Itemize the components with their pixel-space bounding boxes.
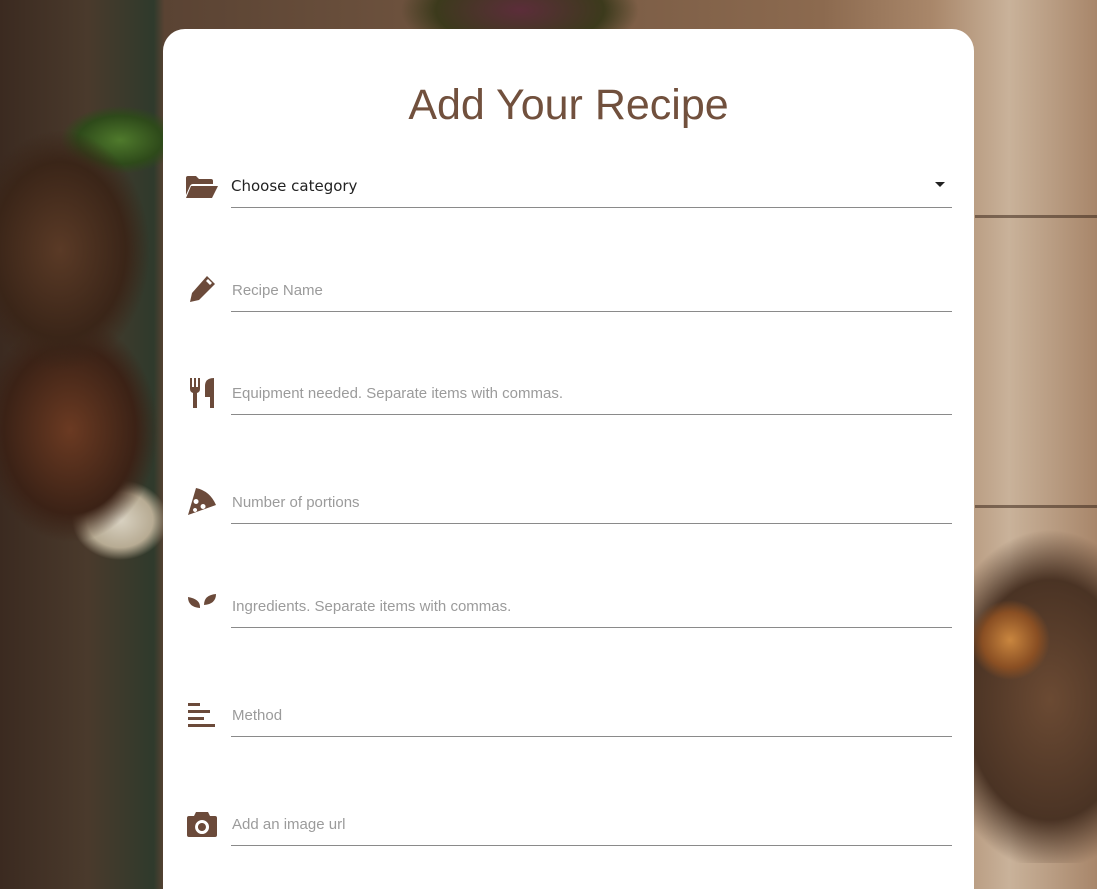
method-row [185,692,952,752]
utensils-icon [185,376,219,410]
equipment-input[interactable] [232,384,952,402]
category-select-value: Choose category [231,177,358,195]
ingredients-row [185,583,952,643]
recipe-name-input[interactable] [232,281,952,299]
portions-row [185,479,952,539]
equipment-row [185,370,952,430]
image-url-row [185,801,952,861]
align-left-icon [185,698,219,732]
folder-open-icon [185,170,219,204]
ingredients-field[interactable] [231,585,952,628]
recipe-name-field[interactable] [231,269,952,312]
background-plank-seam [975,215,1097,218]
background-plank-seam [975,505,1097,508]
equipment-field[interactable] [231,372,952,415]
recipe-name-row [185,267,952,327]
seedling-icon [185,589,219,623]
category-select[interactable]: Choose category [231,165,952,208]
camera-icon [185,807,219,841]
pencil-icon [185,272,219,306]
portions-field[interactable] [231,481,952,524]
image-url-field[interactable] [231,803,952,846]
pizza-slice-icon [185,484,219,518]
portions-input[interactable] [232,493,952,511]
image-url-input[interactable] [232,815,952,833]
ingredients-input[interactable] [232,597,952,615]
chevron-down-icon [935,182,945,187]
recipe-form-card: Add Your Recipe Choose category [163,29,974,889]
page-title: Add Your Recipe [408,81,729,129]
method-input[interactable] [232,706,952,724]
category-row: Choose category [185,163,952,223]
method-field[interactable] [231,694,952,737]
